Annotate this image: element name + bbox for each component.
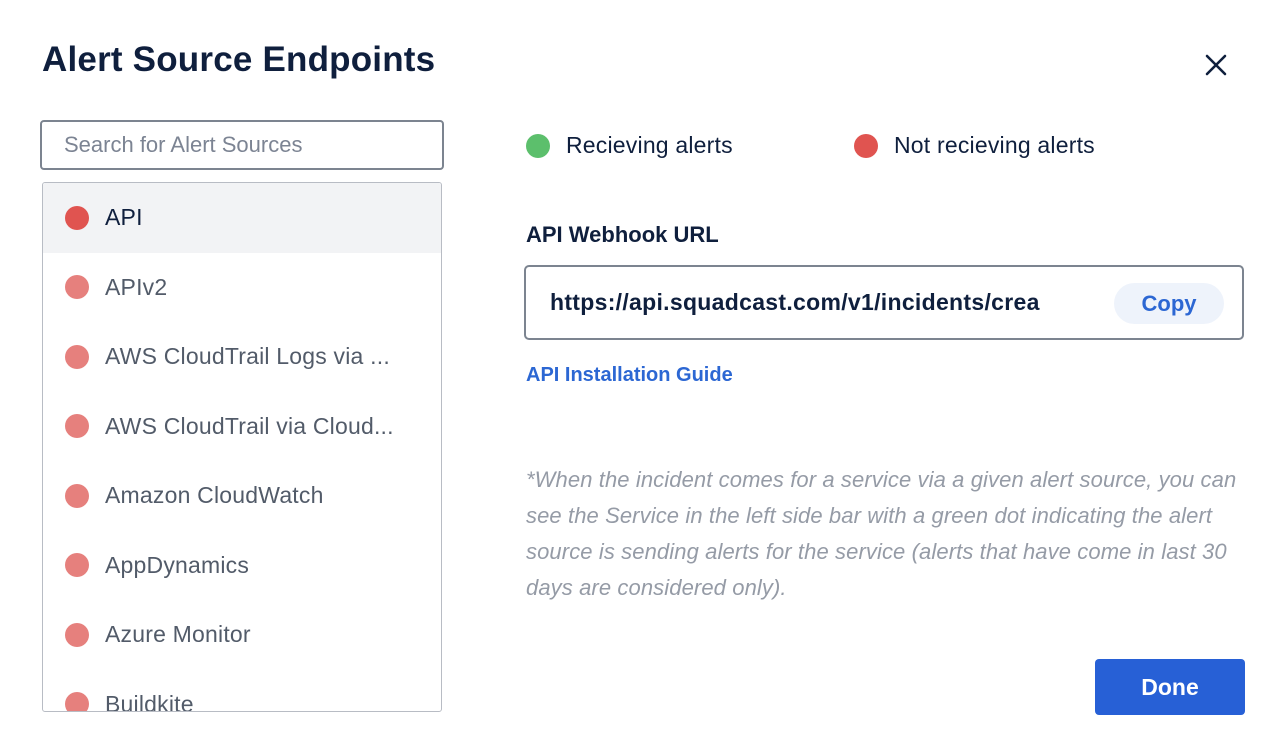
alert-source-item[interactable]: APIv2 [43,253,441,323]
webhook-url-field: https://api.squadcast.com/v1/incidents/c… [524,265,1244,340]
red-dot-icon [854,133,878,158]
status-dot-icon [65,692,89,711]
alert-source-label: API [105,204,143,231]
copy-button[interactable]: Copy [1114,283,1224,324]
alert-source-label: AWS CloudTrail Logs via ... [105,343,390,370]
legend-receiving: Recieving alerts [526,132,733,159]
legend-receiving-label: Recieving alerts [566,132,733,158]
webhook-url-value[interactable]: https://api.squadcast.com/v1/incidents/c… [550,289,1072,316]
close-icon [1204,53,1228,80]
legend-not-receiving-label: Not recieving alerts [894,132,1095,158]
webhook-url-label: API Webhook URL [526,222,719,247]
alert-source-label: Amazon CloudWatch [105,482,324,509]
alert-source-item[interactable]: Azure Monitor [43,600,441,670]
alert-source-endpoints-modal: Alert Source Endpoints API APIv2 AWS Cloud… [0,0,1280,750]
alert-source-item[interactable]: Amazon CloudWatch [43,461,441,531]
status-dot-icon [65,275,89,300]
alert-source-item[interactable]: Buildkite [43,670,441,712]
installation-guide-link[interactable]: API Installation Guide [526,364,733,387]
alert-source-item[interactable]: API [43,183,441,253]
alert-source-label: AppDynamics [105,551,250,578]
legend-not-receiving: Not recieving alerts [854,132,1095,159]
status-dot-icon [65,205,89,230]
alert-source-label: Azure Monitor [105,621,251,648]
status-dot-icon [65,483,89,508]
status-dot-icon [65,344,89,369]
alert-source-label: Buildkite [105,690,194,712]
close-button[interactable] [1198,48,1234,84]
alert-source-item[interactable]: AWS CloudTrail via Cloud... [43,392,441,462]
alert-source-label: APIv2 [105,273,168,300]
status-dot-icon [65,622,89,647]
help-note: *When the incident comes for a service v… [526,467,1237,600]
alert-source-item[interactable]: AWS CloudTrail Logs via ... [43,322,441,392]
status-dot-icon [65,414,89,439]
alert-source-label: AWS CloudTrail via Cloud... [105,412,394,439]
alert-source-list[interactable]: API APIv2 AWS CloudTrail Logs via ... AWS C… [42,182,442,712]
done-button[interactable]: Done [1095,659,1245,715]
search-input[interactable] [40,120,444,170]
status-dot-icon [65,553,89,578]
alert-source-item[interactable]: AppDynamics [43,531,441,601]
green-dot-icon [526,133,550,158]
modal-title: Alert Source Endpoints [42,40,436,79]
